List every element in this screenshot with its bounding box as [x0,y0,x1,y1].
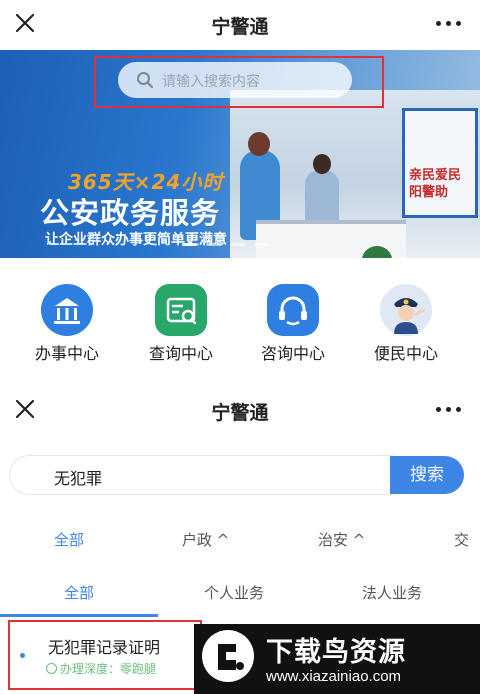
bird-logo-icon [202,630,254,682]
app-title: 宁警通 [211,402,269,424]
service-grid: 办事中心 查询中心 咨询中心 便民中心 [0,258,480,378]
carousel-indicator[interactable] [182,243,292,247]
active-tab-underline [0,614,158,617]
watermark-banner: 下载鸟资源 www.xiazainiao.com [194,624,480,694]
service-label: 办事中心 [34,344,99,363]
service-label: 便民中心 [373,344,438,363]
service-query-center[interactable]: 查询中心 [131,284,231,368]
watermark-url: www.xiazainiao.com [266,668,402,685]
watermark-title: 下载鸟资源 [266,637,406,668]
search-button[interactable]: 搜索 [390,456,464,494]
service-label: 咨询中心 [260,344,325,363]
filter-public-security[interactable]: 治安 ^ [318,529,365,550]
category-filter-row: 全部 户政 ^ 治安 ^ 交 [0,524,480,554]
tab-legal-entity[interactable]: 法人业务 [362,582,422,603]
filter-traffic[interactable]: 交 [454,529,469,550]
service-convenience-center[interactable]: 便民中心 [356,284,456,368]
app-title: 宁警通 [211,16,269,38]
highlight-box-result [8,620,202,690]
wall-poster: 亲民爱民 阳警助 [402,108,478,218]
tab-personal[interactable]: 个人业务 [204,582,264,603]
more-options-icon[interactable] [436,13,462,33]
search-query: 无犯罪 [54,469,103,488]
search-bar: 无犯罪 搜索 [10,456,464,494]
government-building-icon [41,284,93,336]
poster-text: 亲民爱民 阳警助 [409,168,462,200]
service-consult-center[interactable]: 咨询中心 [243,284,343,368]
banner-slogan-main: 公安政务服务 [40,196,221,230]
promo-banner[interactable]: 亲民爱民 阳警助 365天×24小时 公安政务服务 让企业群众办事更简单更满意 … [0,50,480,258]
search-input[interactable]: 无犯罪 [10,456,392,494]
business-type-tabs: 全部 个人业务 法人业务 [0,566,480,618]
police-officer-icon [380,284,432,336]
top-app-bar: 宁警通 [0,0,480,50]
filter-all[interactable]: 全部 [54,529,84,550]
top-app-bar-2: 宁警通 [0,386,480,436]
service-label: 查询中心 [148,344,213,363]
service-office-center[interactable]: 办事中心 [17,284,117,368]
tab-all[interactable]: 全部 [64,582,94,603]
highlight-box-search [94,56,384,108]
filter-household[interactable]: 户政 ^ [182,529,229,550]
headset-chat-icon [267,284,319,336]
more-options-icon[interactable] [436,399,462,419]
document-search-icon [155,284,207,336]
